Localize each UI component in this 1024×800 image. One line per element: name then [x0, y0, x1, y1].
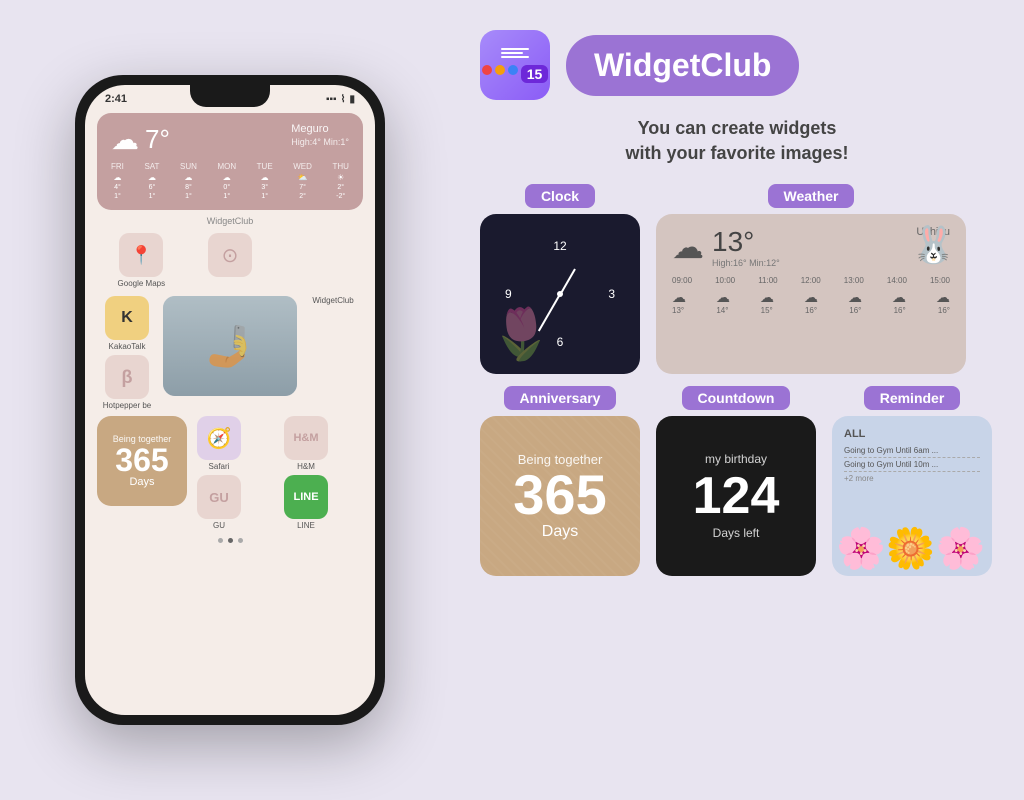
phone-ann-being: Being together [113, 434, 172, 444]
app-icon-dots: 15 [482, 65, 549, 83]
phone-ann-days: Days [129, 476, 154, 488]
phone-time: 2:41 [105, 93, 127, 105]
weather-prev-highlow: High:16° Min:12° [712, 258, 780, 268]
gu-icon[interactable]: GU GU [193, 475, 245, 530]
signal-icon: ▪▪▪ [326, 94, 337, 105]
weather-tag[interactable]: Weather [768, 184, 855, 208]
phone-mockup: 2:41 ▪▪▪ ⌇ ▮ ☁ 7° Meguro High:4° Min:1° [75, 75, 385, 725]
weather-widget-preview: ☁ 13° High:16° Min:12° Ushiku 🐰 09:0010:… [656, 214, 966, 374]
hm-icon[interactable]: H&M H&M [280, 416, 332, 471]
weather-prev-icons: ☁☁☁☁☁☁☁ [672, 289, 950, 306]
countdown-tag[interactable]: Countdown [682, 386, 791, 410]
safari-icon[interactable]: 🧭 Safari [193, 416, 245, 471]
battery-icon: ▮ [349, 94, 355, 105]
clock-widget-preview: 🌷 12 3 6 9 [480, 214, 640, 374]
left-panel: 2:41 ▪▪▪ ⌇ ▮ ☁ 7° Meguro High:4° Min:1° [0, 0, 460, 800]
widgetclub-icon-label[interactable]: WidgetClub [303, 296, 363, 309]
widget-row-2: Anniversary Being together 365 Days Coun… [480, 386, 994, 576]
line-icon[interactable]: LINE LINE [280, 475, 332, 530]
phone-weather-widget[interactable]: ☁ 7° Meguro High:4° Min:1° FRI☁4°1° SAT☁… [97, 113, 363, 210]
hotpepper-icon[interactable]: β Hotpepper be [97, 355, 157, 410]
bunny-decoration: 🐰 [911, 224, 956, 266]
wifi-icon: ⌇ [341, 94, 346, 105]
weather-widget-col: Weather ☁ 13° High:16° Min:12° Ushiku 🐰 [656, 184, 966, 374]
app-header: 15 WidgetClub [480, 30, 994, 100]
app-tagline: You can create widgets with your favorit… [480, 116, 994, 166]
weather-cloud-icon: ☁ [672, 228, 704, 266]
clock-num-3: 3 [608, 287, 615, 301]
clock-center-dot [557, 291, 563, 297]
reminder-widget-preview: ALL Going to Gym Until 6am ... Going to … [832, 416, 992, 576]
reminder-header: ALL [844, 428, 980, 440]
weather-prev-temp: 13° [712, 226, 754, 257]
countdown-title: my birthday [705, 452, 767, 466]
clock-tag[interactable]: Clock [525, 184, 595, 208]
widget-row-1: Clock 🌷 12 3 6 9 Weather [480, 184, 994, 374]
phone-bottom-section: Being together 365 Days 🧭 Safari H&M H&M… [85, 416, 375, 530]
phone-weather-highlow: High:4° Min:1° [291, 137, 349, 147]
app-title: WidgetClub [594, 47, 771, 83]
reminder-item-2: Going to Gym Until 10m ... [844, 458, 980, 472]
reminder-items: ALL Going to Gym Until 6am ... Going to … [844, 428, 980, 483]
phone-icon-row-1: 📍 Google Maps ⊙ [85, 229, 375, 292]
phone-photo-row: K KakaoTalk β Hotpepper be 🤳 WidgetClub [85, 296, 375, 410]
countdown-number: 124 [693, 470, 780, 522]
clock-widget-col: Clock 🌷 12 3 6 9 [480, 184, 640, 374]
kakaotalk-icon[interactable]: K KakaoTalk [97, 296, 157, 351]
reminder-flowers: 🌸🌼🌸 [832, 496, 992, 576]
phone-weather-days: FRI☁4°1° SAT☁6°1° SUN☁8°1° MON☁0°1° TUE☁… [111, 162, 349, 200]
google-maps-icon[interactable]: 📍 Google Maps [111, 233, 171, 288]
clock-face: 12 3 6 9 [505, 239, 615, 349]
countdown-widget-preview: my birthday 124 Days left [656, 416, 816, 576]
app-lines-icon [501, 48, 529, 58]
clock-num-12: 12 [553, 239, 566, 253]
podcast-icon[interactable]: ⊙ [200, 233, 260, 288]
countdown-widget-col: Countdown my birthday 124 Days left [656, 386, 816, 576]
reminder-tag[interactable]: Reminder [864, 386, 961, 410]
dot-2[interactable] [228, 538, 233, 543]
pagination-dots [85, 538, 375, 543]
right-panel: 15 WidgetClub You can create widgets wit… [460, 0, 1024, 800]
anniversary-tag[interactable]: Anniversary [504, 386, 617, 410]
app-title-bubble: WidgetClub [566, 35, 799, 96]
cloud-icon: ☁ [111, 123, 139, 156]
clock-minute-hand [538, 295, 560, 332]
dot-3[interactable] [238, 538, 243, 543]
phone-anniversary-widget[interactable]: Being together 365 Days [97, 416, 187, 506]
app-icon: 15 [480, 30, 550, 100]
phone-left-icons: K KakaoTalk β Hotpepper be [97, 296, 157, 410]
reminder-item-1: Going to Gym Until 6am ... [844, 444, 980, 458]
clock-num-6: 6 [557, 335, 564, 349]
phone-bottom-icons: 🧭 Safari H&M H&M GU GU LINE LINE [193, 416, 363, 530]
weather-prev-times: 09:0010:0011:0012:0013:0014:0015:00 [672, 276, 950, 285]
phone-notch [190, 85, 270, 107]
reminder-more: +2 more [844, 474, 980, 483]
ann-number-big: 365 [513, 467, 606, 523]
status-icons: ▪▪▪ ⌇ ▮ [326, 94, 355, 105]
clock-num-9: 9 [505, 287, 512, 301]
phone-weather-temp: 7° [145, 124, 170, 155]
phone-ann-number: 365 [115, 444, 168, 476]
countdown-subtitle: Days left [713, 526, 760, 540]
dot-1[interactable] [218, 538, 223, 543]
widgetclub-label-phone: WidgetClub [85, 216, 375, 226]
phone-screen: 2:41 ▪▪▪ ⌇ ▮ ☁ 7° Meguro High:4° Min:1° [85, 85, 375, 715]
ann-days-text: Days [542, 523, 578, 541]
app-version-badge: 15 [521, 65, 549, 83]
anniversary-widget-preview: Being together 365 Days [480, 416, 640, 576]
anniversary-widget-col: Anniversary Being together 365 Days [480, 386, 640, 576]
weather-prev-top: ☁ 13° High:16° Min:12° Ushiku [672, 226, 950, 268]
weather-prev-left: ☁ 13° High:16° Min:12° [672, 226, 780, 268]
user-photo: 🤳 [163, 296, 297, 396]
phone-weather-location: Meguro [291, 123, 349, 135]
weather-prev-temps: 13°14°15°16°16°16°16° [672, 306, 950, 315]
reminder-widget-col: Reminder ALL Going to Gym Until 6am ... … [832, 386, 992, 576]
